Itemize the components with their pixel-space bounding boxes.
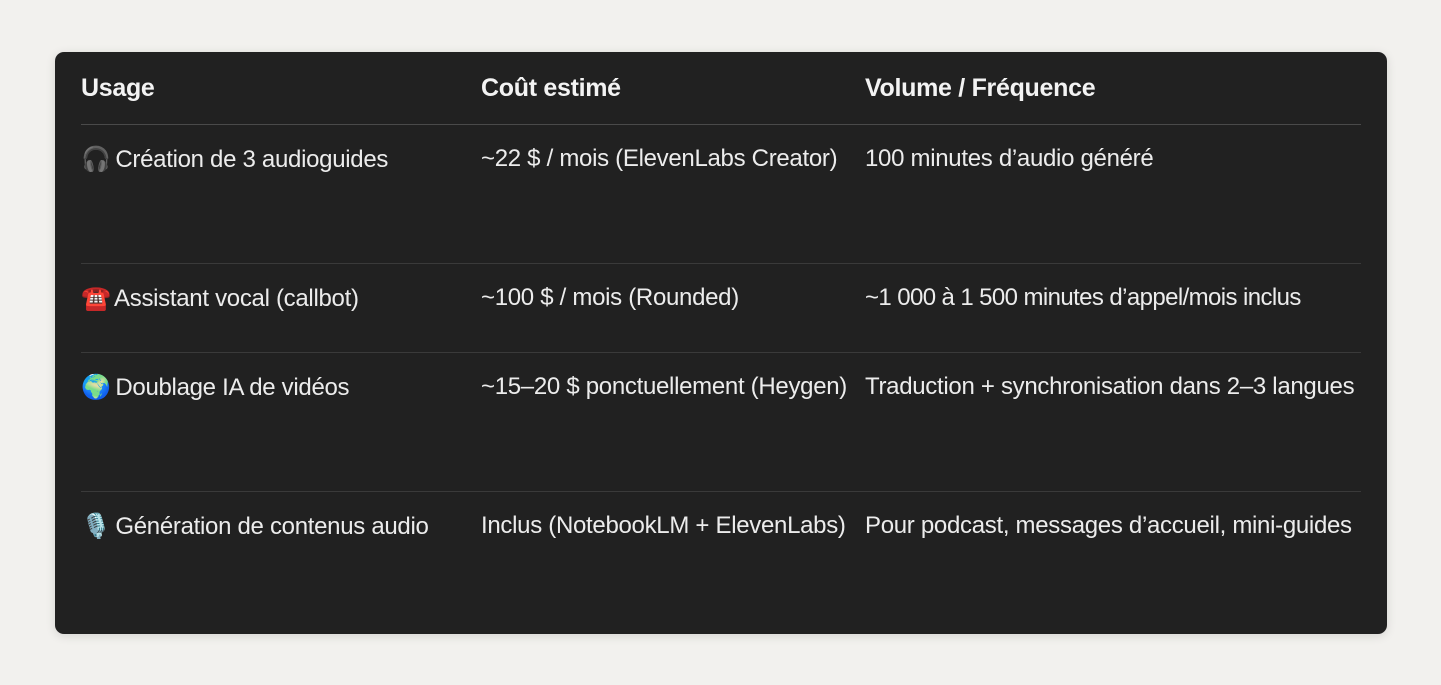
cell-cost: ~100 $ / mois (Rounded) xyxy=(481,263,865,353)
microphone-icon: 🎙️ xyxy=(81,512,111,540)
table-header-row: Usage Coût estimé Volume / Fréquence xyxy=(81,52,1361,125)
cell-volume: ~1 000 à 1 500 minutes d’appel/mois incl… xyxy=(865,263,1361,353)
cell-cost: ~15–20 $ ponctuellement (Heygen) xyxy=(481,352,865,492)
header-cost: Coût estimé xyxy=(481,52,865,125)
pricing-table-card: Usage Coût estimé Volume / Fréquence 🎧 C… xyxy=(55,52,1387,634)
cell-volume: 100 minutes d’audio généré xyxy=(865,124,1361,264)
table-row: ☎️ Assistant vocal (callbot) ~100 $ / mo… xyxy=(81,263,1361,353)
globe-icon: 🌍 xyxy=(81,373,111,401)
table-row: 🎙️ Génération de contenus audio Inclus (… xyxy=(81,492,1361,574)
cell-usage: 🌍 Doublage IA de vidéos xyxy=(81,352,481,492)
header-usage: Usage xyxy=(81,52,481,125)
cell-usage: 🎙️ Génération de contenus audio xyxy=(81,492,481,574)
pricing-table: Usage Coût estimé Volume / Fréquence 🎧 C… xyxy=(81,52,1361,573)
headphones-icon: 🎧 xyxy=(81,145,111,173)
cell-volume: Traduction + synchronisation dans 2–3 la… xyxy=(865,352,1361,492)
cell-volume: Pour podcast, messages d’accueil, mini-g… xyxy=(865,512,1352,539)
cell-cost: Inclus (NotebookLM + ElevenLabs) xyxy=(481,512,846,539)
table-row: 🎧 Création de 3 audioguides ~22 $ / mois… xyxy=(81,124,1361,264)
table-row: 🌍 Doublage IA de vidéos ~15–20 $ ponctue… xyxy=(81,352,1361,492)
cell-usage: ☎️ Assistant vocal (callbot) xyxy=(81,263,481,353)
telephone-icon: ☎️ xyxy=(81,284,111,312)
cell-cost: ~22 $ / mois (ElevenLabs Creator) xyxy=(481,124,865,264)
cell-usage: 🎧 Création de 3 audioguides xyxy=(81,124,481,264)
header-volume: Volume / Fréquence xyxy=(865,52,1361,125)
